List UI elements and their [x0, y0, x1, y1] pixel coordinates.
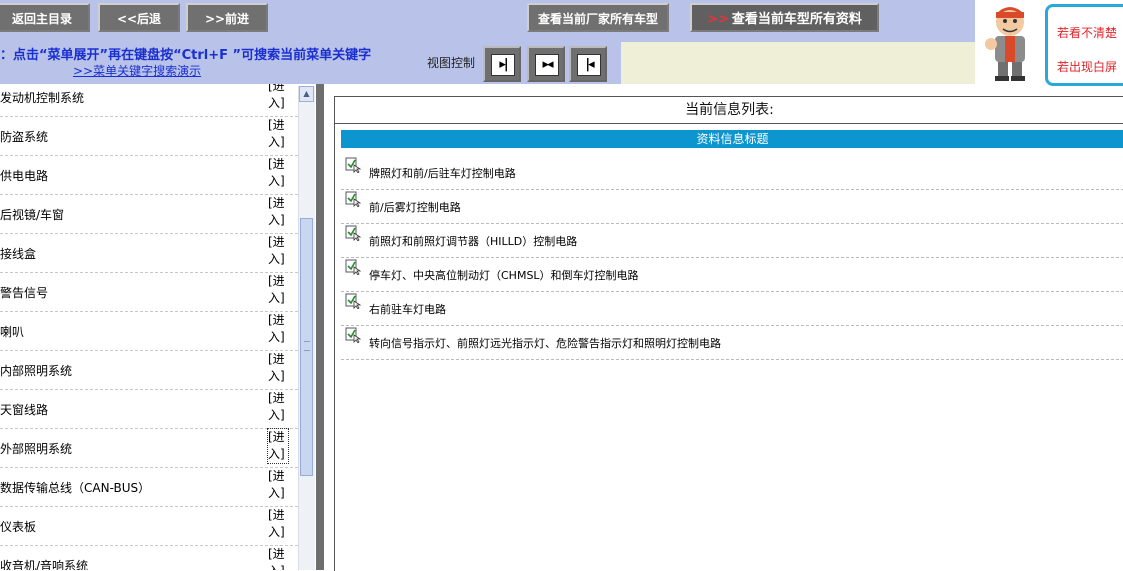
info-row-title[interactable]: 前/后雾灯控制电路: [369, 199, 461, 215]
document-link-icon: [345, 259, 361, 275]
top-toolbar: 返回主目录 <<后退 >>前进 查看当前厂家所有车型 >> 查看当前车型所有资料: [0, 0, 1123, 42]
all-info-button[interactable]: >> 查看当前车型所有资料: [690, 3, 879, 32]
document-link-icon: [345, 191, 361, 207]
menu-enter-link[interactable]: [进入]: [268, 234, 288, 268]
menu-scrollbar[interactable]: ▲: [298, 86, 315, 570]
menu-item-label: 数据传输总线（CAN-BUS）: [0, 481, 151, 495]
info-row-title[interactable]: 前照灯和前照灯调节器（HILLD）控制电路: [369, 233, 577, 249]
menu-item-label: 警告信号: [0, 286, 49, 300]
menu-item-label: 仪表板: [0, 520, 37, 534]
menu-enter-link[interactable]: [进入]: [268, 312, 288, 346]
grip-icon: [304, 341, 310, 351]
menu-enter-link[interactable]: [进入]: [268, 117, 288, 151]
menu-item[interactable]: 喇叭 [进入]: [0, 311, 298, 351]
menu-item[interactable]: 天窗线路 [进入]: [0, 389, 298, 429]
menu-enter-link[interactable]: [进入]: [268, 468, 288, 502]
back-button[interactable]: <<后退: [98, 3, 180, 32]
pane-gap: [324, 84, 334, 570]
menu-item-label: 收音机/音响系统: [0, 559, 89, 570]
menu-enter-link[interactable]: [进入]: [268, 195, 288, 229]
menu-item[interactable]: 后视镜/车窗 [进入]: [0, 194, 298, 234]
menu-item-label: 天窗线路: [0, 403, 49, 417]
info-row[interactable]: 停车灯、中央高位制动灯（CHMSL）和倒车灯控制电路: [341, 257, 1123, 292]
pane-splitter[interactable]: [316, 84, 324, 570]
menu-item-label: 防盗系统: [0, 130, 49, 144]
menu-enter-link[interactable]: [进入]: [268, 390, 288, 424]
help-text-blank-screen[interactable]: 若出现白屏: [1057, 58, 1117, 75]
menu-item[interactable]: 接线盒 [进入]: [0, 233, 298, 273]
info-row[interactable]: 前/后雾灯控制电路: [341, 189, 1123, 224]
info-row[interactable]: 牌照灯和前/后驻车灯控制电路: [341, 155, 1123, 190]
menu-enter-link[interactable]: [进入]: [268, 507, 288, 541]
document-link-icon: [345, 293, 361, 309]
info-row-title[interactable]: 牌照灯和前/后驻车灯控制电路: [369, 165, 516, 181]
menu-panel: 发动机控制系统 [进入] 防盗系统 [进入] 供电电路 [进入] 后视镜/车窗 [进入] 接线盒…: [0, 84, 298, 570]
table-header: 资料信息标题: [341, 130, 1123, 148]
content-frame: 当前信息列表: 资料信息标题 牌照灯和前/后驻车灯控制电路 前/后雾灯控制电路前照…: [334, 96, 1123, 571]
show-right-icon: |◂: [577, 54, 601, 76]
menu-enter-link[interactable]: [进入]: [268, 84, 288, 112]
forward-button[interactable]: >>前进: [186, 3, 268, 32]
info-row-title[interactable]: 转向信号指示灯、前照灯远光指示灯、危险警告指示灯和照明灯控制电路: [369, 335, 721, 351]
document-link-icon: [345, 157, 361, 173]
menu-enter-link[interactable]: [进入]: [268, 273, 288, 307]
show-left-icon: ▸|: [491, 54, 515, 76]
menu-item[interactable]: 防盗系统 [进入]: [0, 116, 298, 156]
info-row-title[interactable]: 右前驻车灯电路: [369, 301, 446, 317]
show-both-icon: ▸◂: [535, 54, 559, 76]
menu-item[interactable]: 内部照明系统 [进入]: [0, 350, 298, 390]
all-info-label: 查看当前车型所有资料: [731, 12, 862, 27]
menu-item[interactable]: 供电电路 [进入]: [0, 155, 298, 195]
help-text-unclear[interactable]: 若看不清楚: [1057, 24, 1117, 41]
menu-enter-link[interactable]: [进入]: [268, 156, 288, 190]
all-models-button[interactable]: 查看当前厂家所有车型: [527, 3, 669, 32]
view-control-label: 视图控制: [427, 56, 476, 70]
view-both-panes-button[interactable]: ▸◂: [527, 46, 565, 82]
view-left-pane-button[interactable]: ▸|: [483, 46, 521, 82]
menu-item-label: 接线盒: [0, 247, 37, 261]
double-chevron-icon: >>: [707, 12, 729, 27]
menu-enter-link[interactable]: [进入]: [268, 351, 288, 385]
hint-bar-spacer: [621, 42, 975, 84]
document-link-icon: [345, 327, 361, 343]
menu-item-label: 后视镜/车窗: [0, 208, 65, 222]
menu-item-label: 外部照明系统: [0, 442, 73, 456]
menu-item[interactable]: 数据传输总线（CAN-BUS） [进入]: [0, 467, 298, 507]
search-demo-link[interactable]: >>菜单关键字搜索演示: [73, 62, 201, 79]
menu-item-label: 内部照明系统: [0, 364, 73, 378]
info-row[interactable]: 转向信号指示灯、前照灯远光指示灯、危险警告指示灯和照明灯控制电路: [341, 325, 1123, 360]
menu-item[interactable]: 仪表板 [进入]: [0, 506, 298, 546]
menu-item[interactable]: 外部照明系统 [进入]: [0, 428, 298, 468]
scroll-up-arrow-icon[interactable]: ▲: [299, 86, 314, 102]
menu-item-label: 供电电路: [0, 169, 49, 183]
scrollbar-thumb[interactable]: [300, 218, 313, 476]
home-button[interactable]: 返回主目录: [0, 3, 90, 32]
menu-item[interactable]: 收音机/音响系统 [进入]: [0, 545, 298, 570]
menu-enter-link[interactable]: [进入]: [268, 546, 288, 570]
menu-item[interactable]: 警告信号 [进入]: [0, 272, 298, 312]
content-title: 当前信息列表:: [335, 97, 1123, 124]
document-link-icon: [345, 225, 361, 241]
menu-enter-link[interactable]: [进入]: [267, 428, 289, 464]
menu-item-label: 发动机控制系统: [0, 91, 85, 105]
info-row-title[interactable]: 停车灯、中央高位制动灯（CHMSL）和倒车灯控制电路: [369, 267, 639, 283]
mechanic-mascot-icon: [985, 7, 1025, 81]
menu-item-label: 喇叭: [0, 325, 25, 339]
info-row[interactable]: 前照灯和前照灯调节器（HILLD）控制电路: [341, 223, 1123, 258]
menu-item[interactable]: 发动机控制系统 [进入]: [0, 84, 298, 117]
info-row[interactable]: 右前驻车灯电路: [341, 291, 1123, 326]
view-right-pane-button[interactable]: |◂: [569, 46, 607, 82]
search-hint: ：点击“菜单展开”再在键盘按“Ctrl+F ”可搜索当前菜单关键字: [0, 48, 372, 63]
